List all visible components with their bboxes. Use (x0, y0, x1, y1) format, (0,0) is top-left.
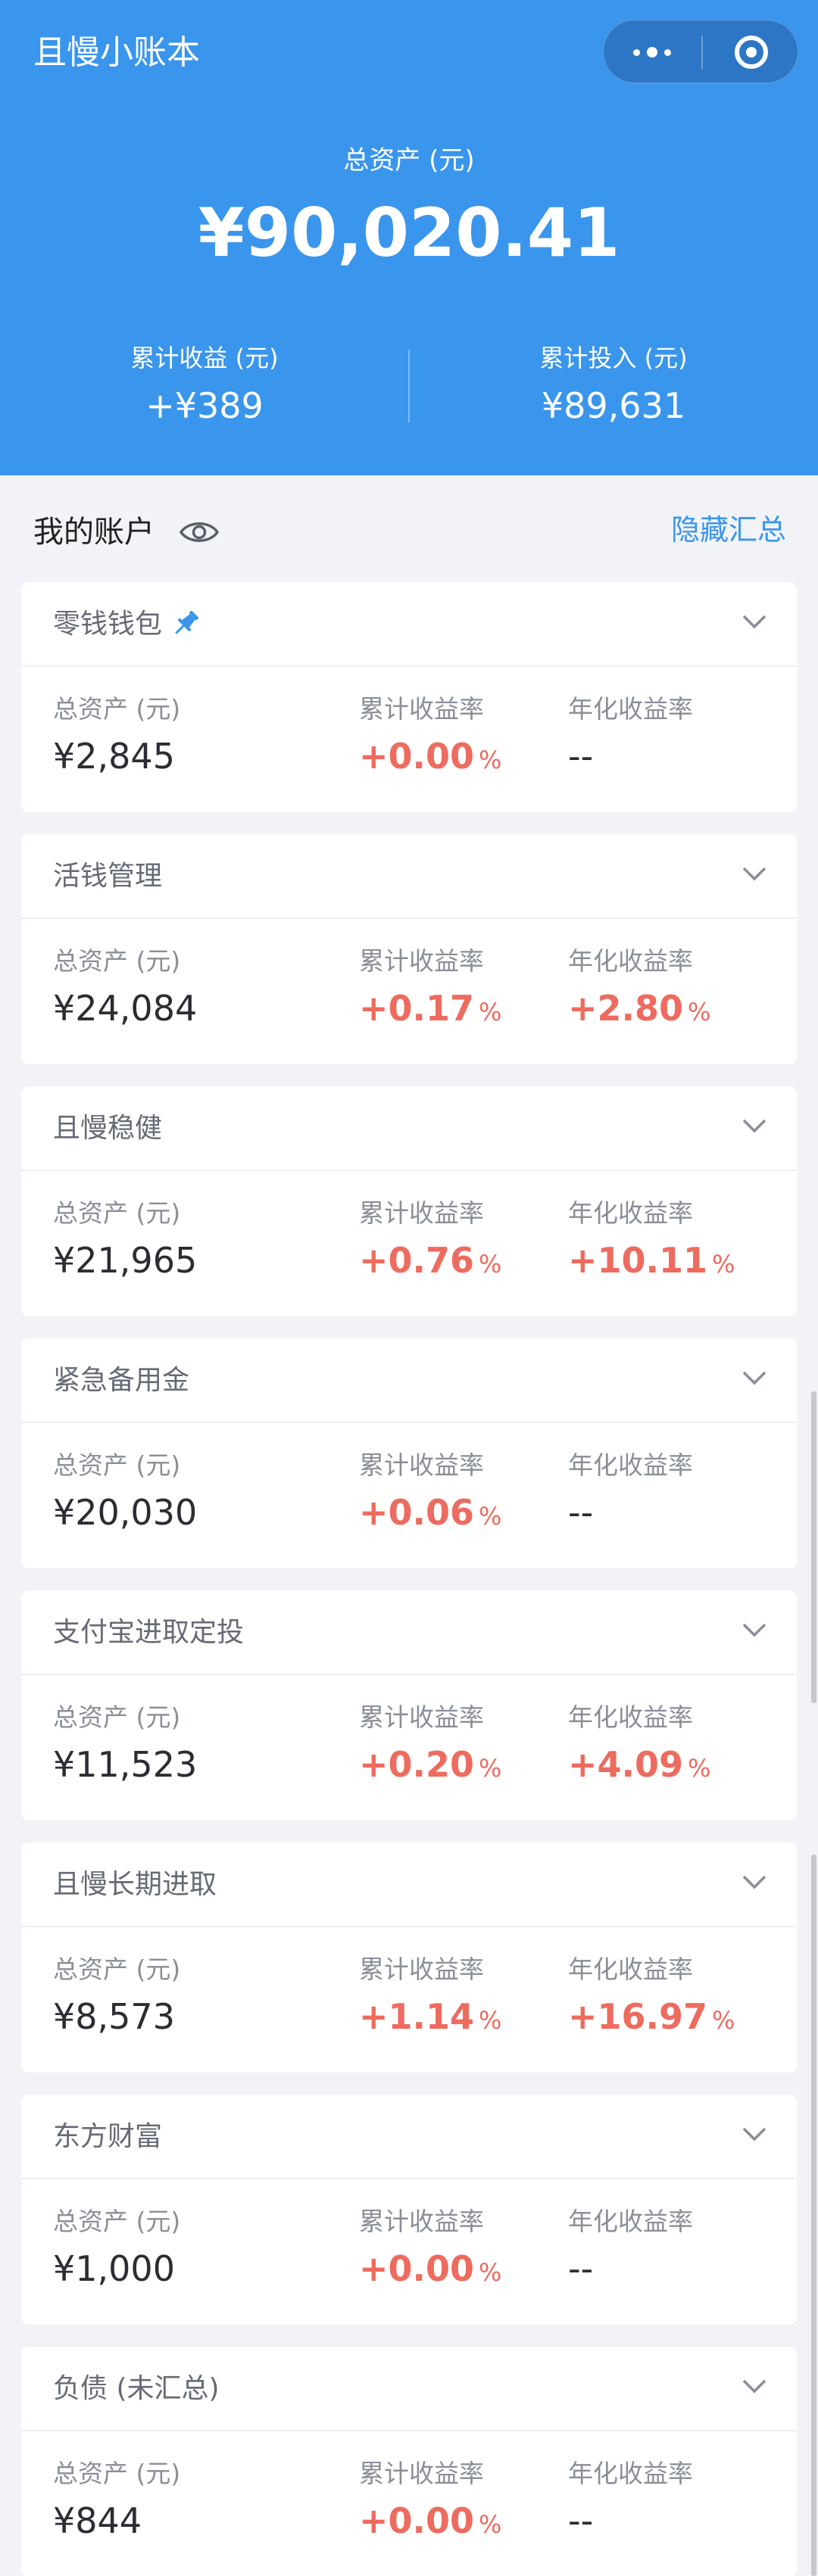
assets-label: 总资产 (元) (53, 946, 181, 976)
cum-yield-label: 累计收益率 (359, 2459, 484, 2488)
total-assets-label: 总资产 (元) (343, 145, 475, 176)
summary-header: 且慢小账本 总资产 (元) ¥90,020.41 累计收益 (元) +¥389 … (0, 0, 818, 475)
annual-yield-value: -- (568, 2500, 594, 2541)
cum-yield-value: +0.76% (359, 1240, 502, 1281)
eye-icon[interactable] (179, 517, 220, 547)
account-name: 且慢稳健 (53, 1113, 163, 1144)
account-card-header[interactable]: 且慢长期进取 (21, 1842, 797, 1927)
account-card-header[interactable]: 负债 (未汇总) (21, 2347, 797, 2431)
annual-yield-value: -- (568, 2248, 594, 2289)
cum-invest-label: 累计投入 (元) (539, 344, 688, 372)
assets-label: 总资产 (元) (53, 1955, 181, 1984)
app-title: 且慢小账本 (33, 33, 200, 72)
annual-yield-value: +16.97% (568, 1996, 735, 2037)
chevron-down-icon[interactable] (741, 1873, 768, 1891)
close-miniprogram-icon[interactable] (703, 20, 799, 84)
chevron-down-icon[interactable] (741, 1117, 768, 1135)
annual-yield-label: 年化收益率 (568, 1198, 693, 1228)
account-name: 负债 (未汇总) (53, 2373, 220, 2404)
chevron-down-icon[interactable] (741, 612, 768, 631)
scrollbar-thumb[interactable] (811, 1855, 816, 2576)
annual-yield-label: 年化收益率 (568, 1450, 693, 1480)
cum-yield-value: +0.00% (359, 736, 502, 777)
cum-yield-label: 累计收益率 (359, 1955, 484, 1984)
annual-yield-label: 年化收益率 (568, 694, 693, 724)
scrollbar-thumb[interactable] (811, 1391, 816, 1703)
cum-yield-value: +0.20% (359, 1744, 502, 1785)
chevron-down-icon[interactable] (741, 1621, 768, 1639)
miniprogram-capsule (603, 20, 798, 83)
assets-value: ¥1,000 (53, 2248, 175, 2289)
chevron-down-icon[interactable] (741, 2377, 768, 2395)
account-card[interactable]: 且慢稳健 总资产 (元) 累计收益率 年化收益率 ¥21,965 +0.76% … (21, 1086, 797, 1316)
account-name: 支付宝进取定投 (53, 1617, 245, 1648)
assets-value: ¥20,030 (53, 1492, 198, 1533)
assets-value: ¥11,523 (53, 1744, 198, 1785)
cum-yield-value: +0.06% (359, 1492, 502, 1533)
assets-value: ¥2,845 (53, 736, 175, 777)
assets-label: 总资产 (元) (53, 2459, 181, 2488)
account-name: 紧急备用金 (53, 1365, 190, 1396)
account-card[interactable]: 且慢长期进取 总资产 (元) 累计收益率 年化收益率 ¥8,573 +1.14%… (21, 1842, 797, 2073)
more-dots-icon[interactable] (604, 20, 701, 84)
account-card[interactable]: 零钱钱包 总资产 (元) 累计收益率 年化收益率 ¥2,845 +0.00% -… (21, 582, 797, 812)
assets-label: 总资产 (元) (53, 694, 181, 724)
chevron-down-icon[interactable] (741, 1369, 768, 1387)
chevron-down-icon[interactable] (741, 2125, 768, 2143)
account-card[interactable]: 负债 (未汇总) 总资产 (元) 累计收益率 年化收益率 ¥844 +0.00%… (21, 2347, 797, 2576)
account-name: 东方财富 (53, 2121, 163, 2152)
cum-income-label: 累计收益 (元) (130, 344, 279, 372)
account-name: 零钱钱包 (53, 609, 163, 640)
cum-yield-value: +0.00% (359, 2248, 502, 2289)
chevron-down-icon[interactable] (741, 864, 768, 883)
account-card-header[interactable]: 活钱管理 (21, 834, 797, 919)
account-card[interactable]: 紧急备用金 总资产 (元) 累计收益率 年化收益率 ¥20,030 +0.06%… (21, 1338, 797, 1568)
annual-yield-value: -- (568, 736, 594, 777)
cum-yield-label: 累计收益率 (359, 1702, 484, 1732)
assets-label: 总资产 (元) (53, 1198, 181, 1228)
annual-yield-label: 年化收益率 (568, 946, 693, 976)
annual-yield-label: 年化收益率 (568, 2207, 693, 2236)
annual-yield-label: 年化收益率 (568, 2459, 693, 2488)
cum-yield-label: 累计收益率 (359, 1198, 484, 1228)
total-assets-value: ¥90,020.41 (198, 194, 620, 272)
annual-yield-label: 年化收益率 (568, 1955, 693, 1984)
account-card[interactable]: 活钱管理 总资产 (元) 累计收益率 年化收益率 ¥24,084 +0.17% … (21, 834, 797, 1064)
account-card-header[interactable]: 且慢稳健 (21, 1086, 797, 1171)
account-card-header[interactable]: 支付宝进取定投 (21, 1590, 797, 1675)
account-name: 且慢长期进取 (53, 1869, 217, 1900)
annual-yield-value: +4.09% (568, 1744, 711, 1785)
cum-yield-label: 累计收益率 (359, 2207, 484, 2236)
annual-yield-label: 年化收益率 (568, 1702, 693, 1732)
account-card-header[interactable]: 紧急备用金 (21, 1338, 797, 1423)
assets-value: ¥24,084 (53, 988, 198, 1029)
annual-yield-value: -- (568, 1492, 594, 1533)
pin-icon (175, 610, 199, 634)
assets-value: ¥844 (53, 2500, 142, 2541)
cum-income-value: +¥389 (145, 385, 264, 426)
cum-yield-value: +1.14% (359, 1996, 502, 2037)
cum-yield-value: +0.17% (359, 988, 502, 1029)
cum-yield-label: 累计收益率 (359, 694, 484, 724)
assets-label: 总资产 (元) (53, 1702, 181, 1732)
annual-yield-value: +2.80% (568, 988, 711, 1029)
assets-value: ¥21,965 (53, 1240, 198, 1281)
assets-value: ¥8,573 (53, 1996, 175, 2037)
my-accounts-title: 我的账户 (33, 515, 155, 550)
cum-invest-value: ¥89,631 (541, 385, 686, 426)
hide-summary-link[interactable]: 隐藏汇总 (671, 511, 786, 549)
cum-yield-label: 累计收益率 (359, 946, 484, 976)
account-name: 活钱管理 (53, 861, 163, 892)
account-card[interactable]: 东方财富 总资产 (元) 累计收益率 年化收益率 ¥1,000 +0.00% -… (21, 2095, 797, 2325)
assets-label: 总资产 (元) (53, 1450, 181, 1480)
annual-yield-value: +10.11% (568, 1240, 735, 1281)
cum-yield-value: +0.00% (359, 2500, 502, 2541)
account-card-header[interactable]: 东方财富 (21, 2095, 797, 2179)
assets-label: 总资产 (元) (53, 2207, 181, 2236)
account-card[interactable]: 支付宝进取定投 总资产 (元) 累计收益率 年化收益率 ¥11,523 +0.2… (21, 1590, 797, 1821)
account-card-header[interactable]: 零钱钱包 (21, 582, 797, 667)
cum-yield-label: 累计收益率 (359, 1450, 484, 1480)
